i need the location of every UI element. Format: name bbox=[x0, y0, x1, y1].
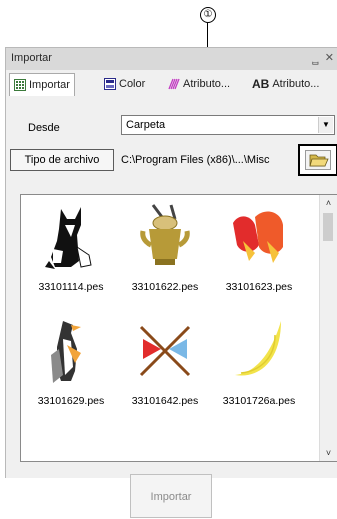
tab-strip: Importar Color Atributo... AB Atributo..… bbox=[6, 72, 337, 96]
design-gallery: 33101114.pes 33101622.pes 33101623.pes 3… bbox=[20, 194, 337, 462]
panel-titlebar: Importar ᆸ ✕ bbox=[6, 48, 337, 70]
penguin-embroidery-icon bbox=[51, 321, 81, 383]
desde-value: Carpeta bbox=[126, 119, 166, 131]
tab-atributo-1[interactable]: Atributo... bbox=[168, 74, 230, 94]
gallery-item[interactable]: 33101642.pes bbox=[119, 309, 211, 417]
close-icon[interactable]: ✕ bbox=[325, 51, 334, 64]
tab-label: Importar bbox=[29, 79, 70, 91]
crossed-flags-embroidery-icon bbox=[139, 325, 191, 377]
scroll-thumb[interactable] bbox=[323, 213, 333, 241]
moon-embroidery-icon bbox=[235, 321, 281, 376]
tab-atributo-2[interactable]: AB Atributo... bbox=[252, 74, 319, 94]
ab-text-icon: AB bbox=[252, 77, 270, 91]
chevron-down-icon[interactable]: ˅ bbox=[320, 445, 337, 461]
file-name: 33101726a.pes bbox=[222, 395, 296, 407]
import-panel: Importar ᆸ ✕ Importar Color Atributo... … bbox=[5, 47, 337, 518]
callout-number: ① bbox=[200, 7, 216, 23]
folder-path: C:\Program Files (x86)\...\Misc bbox=[121, 154, 270, 166]
grid-icon bbox=[14, 79, 26, 91]
pin-icon[interactable]: ᆸ bbox=[311, 52, 320, 67]
pot-embroidery-icon bbox=[140, 204, 190, 265]
gallery-item[interactable]: 33101623.pes bbox=[213, 195, 305, 303]
gallery-item[interactable]: 33101726a.pes bbox=[213, 309, 305, 417]
panel-title: Importar bbox=[11, 52, 52, 64]
file-name: 33101629.pes bbox=[37, 395, 105, 407]
browse-folder-highlight bbox=[298, 144, 337, 176]
tab-importar[interactable]: Importar bbox=[9, 73, 75, 96]
open-folder-icon bbox=[309, 154, 329, 167]
gallery-scrollbar[interactable]: ˄ ˅ bbox=[319, 195, 337, 461]
tab-label: Atributo... bbox=[183, 78, 231, 90]
gallery-item[interactable]: 33101629.pes bbox=[25, 309, 117, 417]
tipo-de-archivo-button[interactable]: Tipo de archivo bbox=[10, 149, 114, 171]
desde-label: Desde bbox=[28, 122, 60, 134]
chevron-up-icon[interactable]: ˄ bbox=[320, 195, 337, 211]
browse-folder-button[interactable] bbox=[305, 150, 331, 170]
stripes-icon bbox=[168, 78, 180, 90]
import-button[interactable]: Importar bbox=[130, 474, 212, 518]
desde-select[interactable]: Carpeta ▼ bbox=[121, 115, 335, 135]
file-name: 33101114.pes bbox=[38, 281, 104, 293]
file-name: 33101623.pes bbox=[225, 281, 293, 293]
wolf-embroidery-icon bbox=[45, 207, 92, 269]
tab-label: Color bbox=[119, 78, 146, 90]
gallery-item[interactable]: 33101114.pes bbox=[25, 195, 117, 303]
shoes-embroidery-icon bbox=[233, 211, 283, 263]
file-name: 33101622.pes bbox=[131, 281, 199, 293]
tab-color[interactable]: Color bbox=[104, 74, 145, 94]
tab-label: Atributo... bbox=[272, 78, 320, 90]
color-icon bbox=[104, 78, 116, 90]
gallery-item[interactable]: 33101622.pes bbox=[119, 195, 211, 303]
chevron-down-icon[interactable]: ▼ bbox=[318, 117, 333, 133]
file-name: 33101642.pes bbox=[131, 395, 199, 407]
